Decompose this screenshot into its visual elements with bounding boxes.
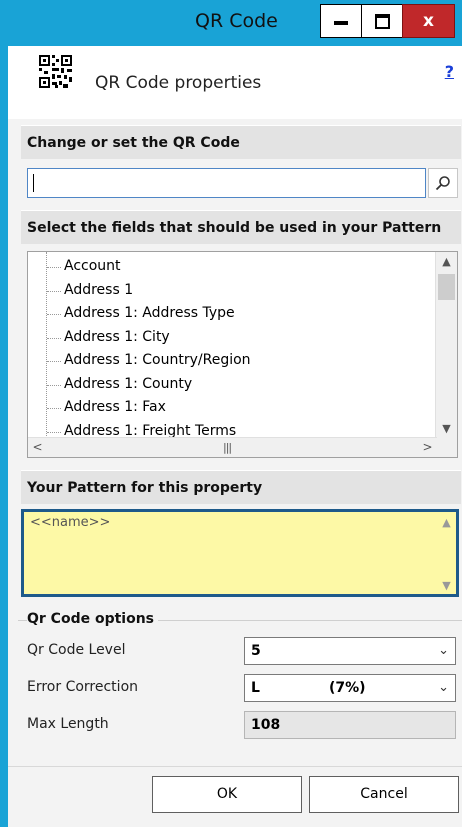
- dialog-header: QR Code properties ?: [8, 46, 462, 119]
- scroll-thumb[interactable]: [438, 274, 455, 300]
- search-button[interactable]: [428, 168, 458, 198]
- fields-tree[interactable]: Account Address 1 Address 1: Address Typ…: [27, 251, 458, 458]
- tree-item[interactable]: Account: [28, 255, 432, 279]
- tree-item[interactable]: Address 1: [28, 279, 432, 303]
- qr-code-icon: [39, 55, 72, 88]
- error-correction-percent: (7%): [329, 680, 366, 696]
- error-correction-value: L: [251, 680, 260, 696]
- max-length-value: 108: [251, 717, 281, 733]
- cancel-button[interactable]: Cancel: [309, 776, 459, 813]
- error-correction-select[interactable]: L (7%) ⌄: [244, 674, 456, 702]
- fields-list: Account Address 1 Address 1: Address Typ…: [28, 255, 432, 443]
- dialog-body: QR Code properties ? Change or set the Q…: [8, 46, 462, 827]
- section-change-code: Change or set the QR Code: [21, 125, 461, 159]
- text-caret: [33, 174, 34, 192]
- scroll-grip-icon[interactable]: |||: [223, 441, 232, 454]
- qr-code-level-value: 5: [251, 643, 261, 659]
- close-button[interactable]: x: [402, 4, 455, 38]
- scroll-left-icon[interactable]: <: [28, 438, 47, 457]
- qr-code-level-label: Qr Code Level: [27, 642, 126, 658]
- max-length-label: Max Length: [27, 716, 109, 732]
- ok-button[interactable]: OK: [152, 776, 302, 813]
- tree-item[interactable]: Address 1: County: [28, 373, 432, 397]
- properties-title: QR Code properties: [95, 73, 262, 93]
- max-length-field: 108: [244, 711, 456, 739]
- chevron-down-icon: ⌄: [438, 680, 449, 695]
- scroll-corner: [436, 438, 457, 457]
- section-pattern: Your Pattern for this property: [21, 470, 461, 504]
- minimize-icon: [334, 21, 348, 25]
- help-link[interactable]: ?: [445, 62, 454, 81]
- maximize-icon: [374, 13, 390, 29]
- tree-item[interactable]: Address 1: Fax: [28, 396, 432, 420]
- vertical-scrollbar[interactable]: ▲ ▼: [435, 252, 457, 439]
- tree-item[interactable]: Address 1: Country/Region: [28, 349, 432, 373]
- error-correction-label: Error Correction: [27, 679, 139, 695]
- section-select-fields: Select the fields that should be used in…: [21, 210, 461, 244]
- options-title: Qr Code options: [27, 611, 159, 627]
- qr-code-search-input[interactable]: [27, 168, 426, 198]
- scroll-up-icon[interactable]: ▲: [437, 516, 456, 529]
- search-icon: [435, 176, 450, 191]
- pattern-scrollbar[interactable]: ▲ ▼: [437, 512, 456, 594]
- maximize-button[interactable]: [361, 4, 403, 38]
- scroll-down-icon[interactable]: ▼: [437, 579, 456, 592]
- close-icon: x: [423, 11, 434, 31]
- footer-divider: [8, 766, 462, 767]
- chevron-down-icon: ⌄: [438, 643, 449, 658]
- scroll-down-icon[interactable]: ▼: [436, 419, 457, 439]
- pattern-textarea[interactable]: <<name>> ▲ ▼: [21, 509, 459, 597]
- title-bar[interactable]: QR Code x: [0, 0, 462, 46]
- scroll-right-icon[interactable]: >: [418, 438, 437, 457]
- window-title: QR Code: [195, 10, 278, 32]
- pattern-value: <<name>>: [30, 515, 111, 530]
- horizontal-scrollbar[interactable]: < ||| >: [28, 437, 437, 457]
- qr-code-level-select[interactable]: 5 ⌄: [244, 637, 456, 665]
- tree-item[interactable]: Address 1: City: [28, 326, 432, 350]
- scroll-up-icon[interactable]: ▲: [436, 252, 457, 272]
- minimize-button[interactable]: [320, 4, 362, 38]
- tree-item[interactable]: Address 1: Address Type: [28, 302, 432, 326]
